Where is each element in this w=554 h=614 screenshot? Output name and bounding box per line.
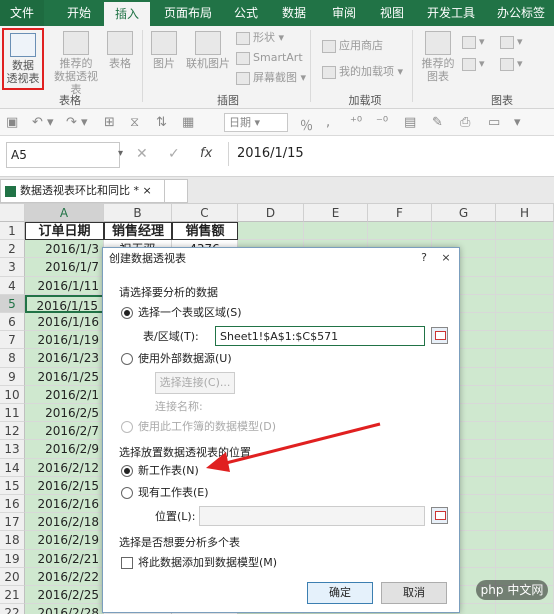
watermark: php 中文网 — [476, 580, 548, 600]
annotation-arrow — [206, 422, 381, 472]
annotation-arrow-shaft — [221, 422, 381, 466]
annotation-arrow-head — [206, 452, 230, 472]
